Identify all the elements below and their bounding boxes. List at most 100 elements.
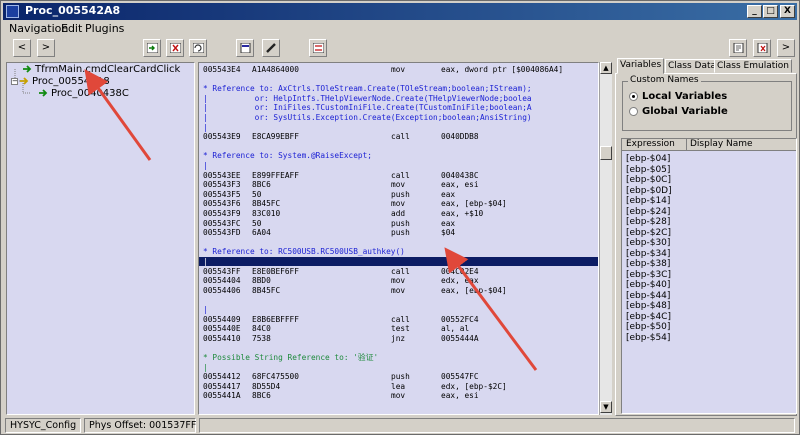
tab-class-data[interactable]: Class Data xyxy=(665,59,720,73)
minimize-button[interactable]: _ xyxy=(747,5,762,18)
expression-row[interactable]: [ebp-$2C] xyxy=(626,228,671,238)
expression-row[interactable]: [ebp-$24] xyxy=(626,207,670,217)
code-mnem: mov xyxy=(391,180,406,190)
next-button[interactable]: > xyxy=(777,39,795,57)
code-text: | xyxy=(203,305,208,314)
collapse-toggle[interactable]: − xyxy=(11,77,18,85)
code-addr: 0055441A xyxy=(203,391,241,401)
close-doc-button[interactable] xyxy=(753,39,771,57)
scroll-down-button[interactable]: ▼ xyxy=(600,401,612,413)
expression-row[interactable]: [ebp-$28] xyxy=(626,217,670,227)
tab-variables[interactable]: Variables xyxy=(617,58,665,74)
goto-entry-button[interactable] xyxy=(143,39,161,57)
goto-exit-button[interactable] xyxy=(166,39,184,57)
column-expression[interactable]: Expression xyxy=(626,139,675,150)
code-ops: eax xyxy=(441,189,456,199)
tree-item[interactable]: − Proc_005542A8 xyxy=(11,76,110,88)
code-bytes: 8B45FC xyxy=(252,199,281,209)
code-ops: eax, esi xyxy=(441,180,479,190)
code-mnem: call xyxy=(391,314,410,324)
code-mnem: mov xyxy=(391,285,406,295)
title-bar[interactable]: Proc_005542A8 _ □ X xyxy=(3,3,797,20)
code-bytes: 7538 xyxy=(252,333,271,343)
code-ops: eax, [ebp-$04] xyxy=(441,199,507,209)
copy-button[interactable] xyxy=(729,39,747,57)
code-mnem: add xyxy=(391,209,406,218)
code-ops: 0040DDB8 xyxy=(441,132,479,142)
app-icon xyxy=(6,5,19,18)
radio-global-variable[interactable]: Global Variable xyxy=(629,106,728,117)
code-bytes: 68FC475500 xyxy=(252,372,299,382)
list-header: Expression Display Name xyxy=(622,139,796,151)
expression-row[interactable]: [ebp-$40] xyxy=(626,280,670,290)
expression-row[interactable]: [ebp-$0C] xyxy=(626,175,671,185)
expression-row[interactable]: [ebp-$48] xyxy=(626,301,670,311)
code-scrollbar[interactable]: ▲ ▼ xyxy=(599,62,612,415)
code-addr: 005543F6 xyxy=(203,199,241,209)
radio-unchecked-icon xyxy=(629,106,638,116)
status-offset: Phys Offset: 001537FF xyxy=(84,418,196,433)
disassembly-view[interactable]: 005543E4 A1A4864000 mov eax, dword ptr [$00… xyxy=(198,62,599,415)
procedure-tree[interactable]: TfrmMain.cmdClearCardClick − Proc_005542A… xyxy=(6,62,195,415)
back-button[interactable]: < xyxy=(13,39,31,57)
expression-row[interactable]: [ebp-$34] xyxy=(626,249,670,259)
code-bytes: 50 xyxy=(252,218,262,228)
expression-row[interactable]: [ebp-$05] xyxy=(626,165,670,175)
code-addr: 0055440E xyxy=(203,324,241,334)
expression-row[interactable]: [ebp-$0D] xyxy=(626,186,672,196)
expression-row[interactable]: [ebp-$3C] xyxy=(626,270,671,280)
code-addr: 00554412 xyxy=(203,372,241,382)
code-addr: 00554417 xyxy=(203,381,241,391)
expression-row[interactable]: [ebp-$38] xyxy=(626,259,670,269)
selected-code-line[interactable]: | xyxy=(199,257,598,266)
scroll-up-button[interactable]: ▲ xyxy=(600,62,612,74)
code-ops: al, al xyxy=(441,324,470,334)
menu-plugins[interactable]: Plugins xyxy=(85,22,124,35)
code-addr: 005543F3 xyxy=(203,180,241,190)
document-close-icon xyxy=(757,43,768,53)
code-addr: 005543FD xyxy=(203,228,241,238)
patch-button[interactable] xyxy=(262,39,280,57)
expression-row[interactable]: [ebp-$54] xyxy=(626,333,670,343)
expression-row[interactable]: [ebp-$30] xyxy=(626,238,670,248)
code-mnem: call xyxy=(391,170,410,180)
expression-row[interactable]: [ebp-$50] xyxy=(626,322,670,332)
refresh-button[interactable] xyxy=(189,39,207,57)
window-title: Proc_005542A8 xyxy=(25,4,121,17)
menu-edit[interactable]: Edit xyxy=(61,22,82,35)
code-text: | or: SysUtils.Exception.Create(Exceptio… xyxy=(203,113,532,122)
radio-local-variables[interactable]: Local Variables xyxy=(629,91,727,102)
expression-list[interactable]: Expression Display Name [ebp-$04] [ebp-$0… xyxy=(621,138,797,414)
expression-row[interactable]: [ebp-$14] xyxy=(626,196,670,206)
maximize-button[interactable]: □ xyxy=(763,5,778,18)
expression-row[interactable]: [ebp-$04] xyxy=(626,154,670,164)
code-ops: $04 xyxy=(441,228,456,238)
code-bytes: 6A04 xyxy=(252,228,271,238)
code-bytes: 50 xyxy=(252,189,262,199)
expression-row[interactable]: [ebp-$44] xyxy=(626,291,670,301)
menu-navigation[interactable]: Navigation xyxy=(9,22,68,35)
code-text: | xyxy=(203,161,208,170)
tab-body: Custom Names Local Variables Global Vari… xyxy=(615,73,797,416)
tree-item[interactable]: Proc_0040438C xyxy=(39,88,129,100)
export-button[interactable] xyxy=(236,39,254,57)
code-mnem: push xyxy=(391,372,410,382)
tree-item[interactable]: TfrmMain.cmdClearCardClick xyxy=(23,64,180,76)
refresh-icon xyxy=(193,43,204,53)
status-config: HYSYC_Config xyxy=(5,418,81,433)
tab-class-emulation[interactable]: Class Emulation xyxy=(714,59,792,73)
scroll-thumb[interactable] xyxy=(600,146,612,160)
column-display-name[interactable]: Display Name xyxy=(686,139,753,150)
swap-button[interactable] xyxy=(309,39,327,57)
code-text: | or: IniFiles.TCustomIniFile.Create(TCu… xyxy=(203,103,532,113)
forward-button[interactable]: > xyxy=(37,39,55,57)
expression-row[interactable]: [ebp-$4C] xyxy=(626,312,671,322)
code-ops: 0040438C xyxy=(441,170,479,180)
code-ops: eax, [ebp-$04] xyxy=(441,285,507,295)
code-text: | or: HelpIntfs.THelpViewerNode.Create(T… xyxy=(203,93,532,103)
app-window: Proc_005542A8 _ □ X Navigation Edit Plug… xyxy=(0,0,800,435)
close-button[interactable]: X xyxy=(780,5,795,18)
goto-entry-icon xyxy=(147,43,158,53)
code-mnem: call xyxy=(391,132,410,142)
code-ops: eax xyxy=(441,218,456,228)
